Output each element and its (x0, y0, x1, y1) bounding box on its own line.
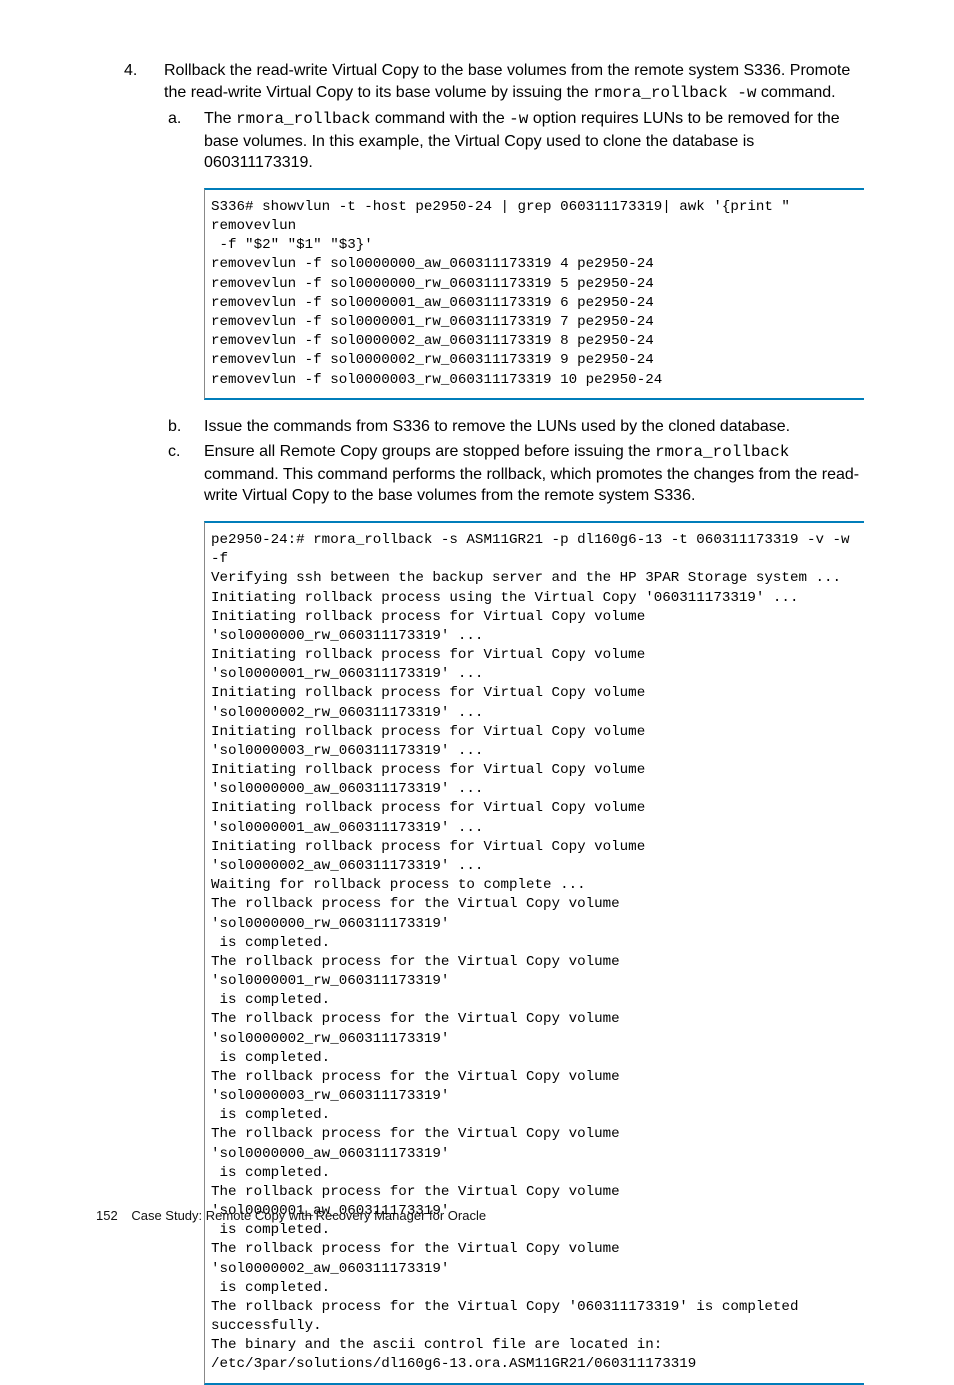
text: Ensure all Remote Copy groups are stoppe… (204, 443, 655, 460)
ordered-list-outer: 4. Rollback the read-write Virtual Copy … (96, 60, 864, 1385)
ordered-list-inner: a. The rmora_rollback command with the -… (164, 108, 864, 174)
text: command with the (370, 110, 509, 127)
list-number: a. (168, 108, 181, 130)
code-block-2: pe2950-24:# rmora_rollback -s ASM11GR21 … (204, 521, 864, 1385)
item4b-text: Issue the commands from S336 to remove t… (204, 418, 790, 435)
list-number: c. (168, 441, 180, 463)
list-item-4a: a. The rmora_rollback command with the -… (164, 108, 864, 174)
code-block-1: S336# showvlun -t -host pe2950-24 | grep… (204, 188, 864, 400)
text: The (204, 110, 236, 127)
list-item-4b: b. Issue the commands from S336 to remov… (164, 416, 864, 438)
item4-text: Rollback the read-write Virtual Copy to … (164, 62, 850, 101)
list-number: 4. (124, 60, 137, 82)
footer-title: Case Study: Remote Copy with Recovery Ma… (131, 1208, 486, 1223)
page-footer: 152 Case Study: Remote Copy with Recover… (96, 1207, 486, 1225)
page-content: 4. Rollback the read-write Virtual Copy … (0, 0, 954, 1271)
item4c-text: Ensure all Remote Copy groups are stoppe… (204, 443, 859, 504)
list-number: b. (168, 416, 181, 438)
page-number: 152 (96, 1208, 118, 1223)
text: command. This command performs the rollb… (204, 466, 859, 505)
text: command. (756, 84, 835, 101)
inline-code: -w (509, 110, 528, 128)
inline-code: rmora_rollback (236, 110, 370, 128)
list-item-4: 4. Rollback the read-write Virtual Copy … (96, 60, 864, 1385)
ordered-list-inner-2: b. Issue the commands from S336 to remov… (164, 416, 864, 507)
inline-code: rmora_rollback -w (593, 84, 756, 102)
item4a-text: The rmora_rollback command with the -w o… (204, 110, 840, 171)
list-item-4c: c. Ensure all Remote Copy groups are sto… (164, 441, 864, 507)
inline-code: rmora_rollback (655, 443, 789, 461)
